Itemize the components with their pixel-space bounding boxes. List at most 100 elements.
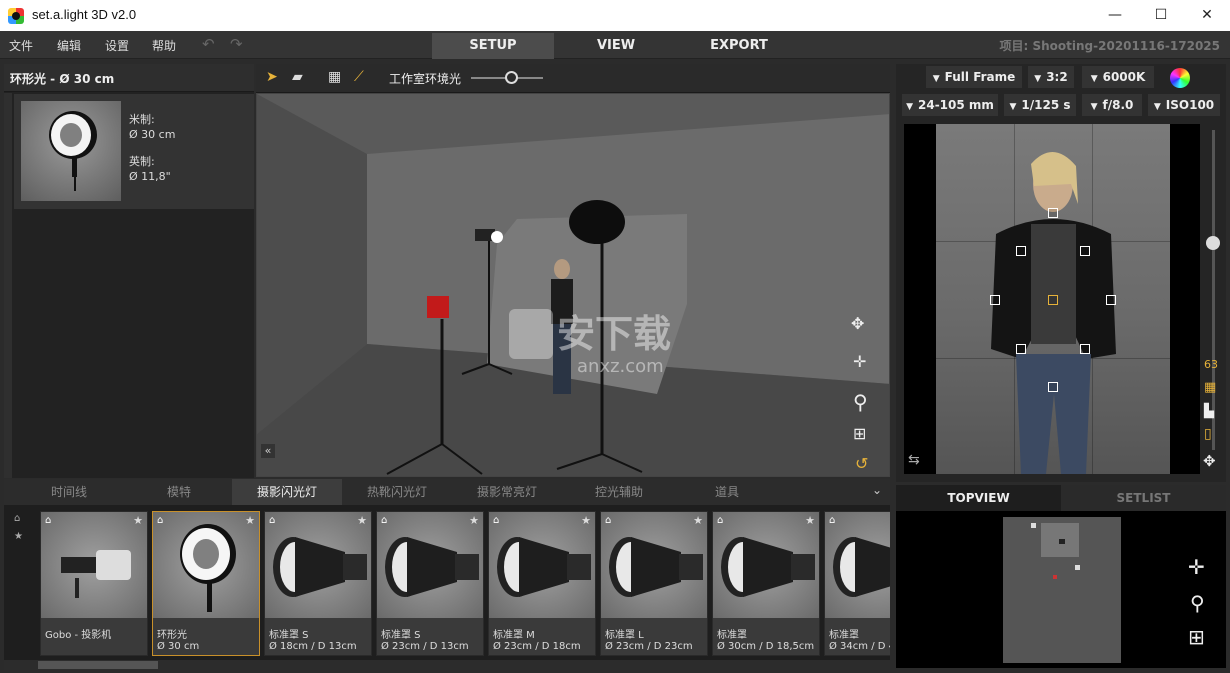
library-card[interactable]: ⌂ ★ 标准罩 SØ 18cm / D 13cm: [264, 511, 372, 656]
aperture-dropdown[interactable]: ▼ f/8.0: [1082, 94, 1142, 116]
maximize-button[interactable]: ☐: [1138, 0, 1184, 31]
favorite-star-icon[interactable]: ★: [133, 514, 143, 527]
library-tab[interactable]: 摄影闪光灯: [232, 479, 342, 505]
home-icon[interactable]: ⌂: [493, 515, 499, 526]
menu-file[interactable]: 文件: [9, 37, 33, 54]
library-card[interactable]: ⌂ ★ 标准罩 Ø 30cm / D 18,5cm: [712, 511, 820, 656]
focus-point[interactable]: [1048, 382, 1058, 392]
library-scrollbar-thumb[interactable]: [38, 661, 158, 669]
zoom-slider-handle[interactable]: [1206, 236, 1220, 250]
top-view-map[interactable]: ✛ ⚲ ⊞: [896, 511, 1226, 668]
focus-point[interactable]: [1106, 295, 1116, 305]
home-icon[interactable]: ⌂: [605, 515, 611, 526]
histogram-icon[interactable]: ▙: [1204, 404, 1214, 419]
tab-setlist[interactable]: SETLIST: [1061, 485, 1226, 511]
color-filter-icon[interactable]: [1170, 68, 1190, 88]
move-topview-icon[interactable]: ✛: [1188, 555, 1205, 579]
orientation-icon[interactable]: ▯: [1204, 426, 1212, 442]
focus-point[interactable]: [1048, 208, 1058, 218]
camera-preview[interactable]: ⇆: [904, 124, 1200, 474]
library-tab[interactable]: 时间线: [14, 479, 124, 505]
light-marker[interactable]: [1075, 565, 1080, 570]
move-camera-icon[interactable]: ✛: [853, 352, 866, 371]
library-tab[interactable]: 道具: [672, 479, 782, 505]
equipment-name: 标准罩: [829, 630, 859, 641]
equipment-image: [41, 512, 147, 618]
grid-icon[interactable]: ▦: [328, 69, 341, 85]
library-card[interactable]: ⌂ ★ Gobo - 投影机: [40, 511, 148, 656]
home-icon[interactable]: ⌂: [381, 515, 387, 526]
swap-orientation-icon[interactable]: ⇆: [908, 452, 920, 468]
home-icon[interactable]: ⌂: [269, 515, 275, 526]
library-tab[interactable]: 控光辅助: [564, 479, 674, 505]
focus-point-active[interactable]: [1048, 295, 1058, 305]
favorite-star-icon[interactable]: ★: [693, 514, 703, 527]
tab-export[interactable]: EXPORT: [678, 33, 800, 59]
fit-view-icon[interactable]: ⊞: [853, 424, 866, 443]
focus-point[interactable]: [1016, 246, 1026, 256]
ratio-dropdown[interactable]: ▼ 3:2: [1028, 66, 1074, 88]
home-icon[interactable]: ⌂: [829, 515, 835, 526]
favorite-star-icon[interactable]: ★: [805, 514, 815, 527]
home-filter-icon[interactable]: ⌂: [14, 513, 20, 524]
library-tab[interactable]: 热靴闪光灯: [342, 479, 452, 505]
menu-edit[interactable]: 编辑: [57, 37, 81, 54]
menu-settings[interactable]: 设置: [105, 37, 129, 54]
line-tool-icon[interactable]: ⟋: [354, 69, 364, 85]
shutter-dropdown[interactable]: ▼ 1/125 s: [1004, 94, 1076, 116]
sensor-dropdown[interactable]: ▼ Full Frame: [926, 66, 1022, 88]
library-card[interactable]: ⌂ ★ 标准罩 LØ 23cm / D 23cm: [600, 511, 708, 656]
light-marker[interactable]: [1059, 539, 1065, 544]
tab-setup[interactable]: SETUP: [432, 33, 554, 59]
rotate-camera-icon[interactable]: ✥: [851, 314, 864, 333]
reset-view-icon[interactable]: ↺: [855, 454, 868, 473]
menu-help[interactable]: 帮助: [152, 37, 176, 54]
home-icon[interactable]: ⌂: [717, 515, 723, 526]
equipment-size: Ø 30cm / D 18,5cm: [717, 641, 815, 652]
camera-marker[interactable]: [1053, 575, 1057, 579]
focus-point[interactable]: [1080, 246, 1090, 256]
favorites-filter-icon[interactable]: ★: [14, 531, 23, 542]
light-marker[interactable]: [1031, 523, 1036, 528]
library-tab[interactable]: 摄影常亮灯: [452, 479, 562, 505]
equipment-image: [713, 512, 819, 618]
pan-icon[interactable]: ✥: [1203, 452, 1216, 470]
library-card[interactable]: ⌂ ★ 环形光 Ø 30 cm: [152, 511, 260, 656]
tab-topview[interactable]: TOPVIEW: [896, 485, 1061, 511]
zoom-icon[interactable]: ⚲: [853, 390, 868, 414]
library-tab[interactable]: 模特: [124, 479, 234, 505]
lens-dropdown[interactable]: ▼ 24-105 mm: [902, 94, 998, 116]
zoom-topview-icon[interactable]: ⚲: [1190, 591, 1205, 615]
home-icon[interactable]: ⌂: [157, 515, 163, 526]
library-card[interactable]: ⌂ ★ 标准罩 SØ 23cm / D 13cm: [376, 511, 484, 656]
focus-point[interactable]: [1080, 344, 1090, 354]
focus-point[interactable]: [990, 295, 1000, 305]
grid-overlay-icon[interactable]: ▦: [1204, 380, 1216, 395]
favorite-star-icon[interactable]: ★: [469, 514, 479, 527]
minimize-button[interactable]: —: [1092, 0, 1138, 31]
favorite-star-icon[interactable]: ★: [357, 514, 367, 527]
library-scrollbar[interactable]: [4, 660, 890, 670]
chevron-down-icon[interactable]: ⌄: [872, 483, 882, 497]
favorite-star-icon[interactable]: ★: [581, 514, 591, 527]
library-card[interactable]: ⌂ ★ 标准罩 MØ 23cm / D 18cm: [488, 511, 596, 656]
select-cursor-icon[interactable]: ➤: [266, 69, 278, 85]
studio-3d-viewport[interactable]: 安下载 anxz.com ✥ ✛ ⚲ ⊞ ↺ «: [256, 93, 890, 477]
measure-ruler-icon[interactable]: ▰: [292, 69, 303, 85]
library-card[interactable]: ⌂★标准罩Ø 34cm / D 4: [824, 511, 890, 656]
home-icon[interactable]: ⌂: [45, 515, 51, 526]
close-button[interactable]: ✕: [1184, 0, 1230, 31]
collapse-panel-icon[interactable]: «: [261, 444, 275, 458]
equipment-image: [601, 512, 707, 618]
zoom-slider[interactable]: [1212, 130, 1215, 450]
tab-view[interactable]: VIEW: [555, 33, 677, 59]
white-balance-dropdown[interactable]: ▼ 6000K: [1082, 66, 1154, 88]
panel-scrollbar[interactable]: [4, 93, 12, 478]
focus-point[interactable]: [1016, 344, 1026, 354]
favorite-star-icon[interactable]: ★: [245, 514, 255, 527]
redo-icon[interactable]: ↷: [230, 35, 243, 53]
fit-topview-icon[interactable]: ⊞: [1188, 625, 1205, 649]
iso-dropdown[interactable]: ▼ ISO100: [1148, 94, 1220, 116]
ambient-light-slider-handle[interactable]: [504, 71, 518, 84]
undo-icon[interactable]: ↶: [202, 35, 215, 53]
